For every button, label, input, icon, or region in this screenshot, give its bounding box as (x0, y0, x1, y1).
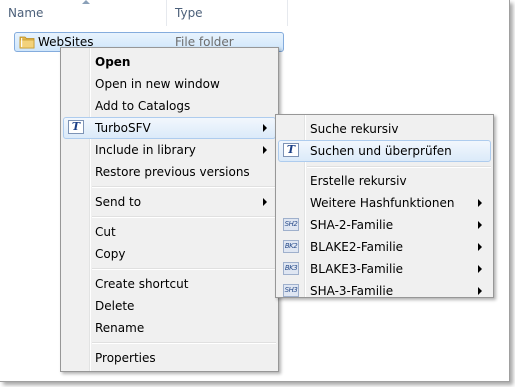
submenu-item-label: BLAKE3-Familie (310, 262, 404, 276)
menu-item-include-in-library[interactable]: Include in library (63, 139, 276, 161)
menu-item-rename[interactable]: Rename (63, 317, 276, 339)
submenu-item-label: BLAKE2-Familie (310, 240, 404, 254)
menu-item-cut[interactable]: Cut (63, 221, 276, 243)
column-header-type-label: Type (175, 6, 203, 20)
submenu-arrow-icon (478, 287, 482, 295)
submenu-item-erstelle-rekursiv[interactable]: Erstelle rekursiv (278, 170, 491, 192)
menu-item-label: TurboSFV (95, 121, 151, 135)
submenu-item-suchen-und-ueberpruefen[interactable]: T Suchen und überprüfen (278, 140, 491, 162)
submenu-item-label: Suche rekursiv (310, 122, 399, 136)
menu-item-label: Restore previous versions (95, 165, 250, 179)
submenu-arrow-icon (263, 146, 267, 154)
menu-item-turbosfv[interactable]: T TurboSFV (63, 117, 276, 139)
submenu-item-sha2-familie[interactable]: SH2 SHA-2-Familie (278, 214, 491, 236)
menu-item-label: Include in library (95, 143, 196, 157)
menu-item-label: Cut (95, 225, 116, 239)
menu-item-label: Add to Catalogs (95, 99, 191, 113)
turbosfv-submenu: Suche rekursiv T Suchen und überprüfen E… (275, 114, 494, 298)
menu-item-copy[interactable]: Copy (63, 243, 276, 265)
menu-item-label: Send to (95, 195, 142, 209)
menu-item-properties[interactable]: Properties (63, 347, 276, 369)
blake2-hash-icon: BK2 (283, 240, 299, 253)
menu-item-create-shortcut[interactable]: Create shortcut (63, 273, 276, 295)
submenu-item-sha3-familie[interactable]: SH3 SHA-3-Familie (278, 280, 491, 302)
menu-separator (92, 268, 276, 270)
menu-item-restore-previous-versions[interactable]: Restore previous versions (63, 161, 276, 183)
submenu-item-label: Suchen und überprüfen (310, 144, 452, 158)
submenu-item-label: Weitere Hashfunktionen (310, 196, 455, 210)
context-menu: Open Open in new window Add to Catalogs … (60, 47, 279, 372)
column-header-name-label: Name (8, 6, 44, 20)
menu-item-open[interactable]: Open (63, 51, 276, 73)
folder-icon (19, 36, 35, 49)
menu-separator (92, 342, 276, 344)
sort-ascending-icon (82, 0, 90, 4)
submenu-item-label: SHA-3-Familie (310, 284, 394, 298)
submenu-item-label: SHA-2-Familie (310, 218, 394, 232)
submenu-arrow-icon (478, 265, 482, 273)
menu-item-label: Open in new window (95, 77, 220, 91)
column-header-type[interactable]: Type (166, 0, 288, 26)
menu-item-send-to[interactable]: Send to (63, 191, 276, 213)
sha2-hash-icon: SH2 (283, 218, 299, 231)
menu-item-label: Properties (95, 351, 156, 365)
menu-item-label: Open (95, 55, 131, 69)
blake3-hash-icon: BK3 (283, 262, 299, 275)
menu-item-label: Delete (95, 299, 135, 313)
submenu-arrow-icon (263, 198, 267, 206)
submenu-item-weitere-hashfunktionen[interactable]: Weitere Hashfunktionen (278, 192, 491, 214)
menu-item-label: Copy (95, 247, 126, 261)
submenu-arrow-icon (263, 124, 267, 132)
submenu-item-label: Erstelle rekursiv (310, 174, 407, 188)
menu-item-open-new-window[interactable]: Open in new window (63, 73, 276, 95)
menu-separator (307, 166, 491, 168)
menu-item-add-to-catalogs[interactable]: Add to Catalogs (63, 95, 276, 117)
turbosfv-icon: T (68, 120, 84, 134)
menu-item-label: Rename (95, 321, 145, 335)
menu-item-delete[interactable]: Delete (63, 295, 276, 317)
turbosfv-icon: T (283, 143, 299, 157)
submenu-item-blake2-familie[interactable]: BK2 BLAKE2-Familie (278, 236, 491, 258)
submenu-arrow-icon (478, 243, 482, 251)
menu-separator (92, 216, 276, 218)
submenu-item-suche-rekursiv[interactable]: Suche rekursiv (278, 118, 491, 140)
submenu-item-blake3-familie[interactable]: BK3 BLAKE3-Familie (278, 258, 491, 280)
sha3-hash-icon: SH3 (283, 284, 299, 297)
menu-item-label: Create shortcut (95, 277, 189, 291)
explorer-window: Name Type WebSites File folder Open Open… (0, 0, 510, 382)
submenu-arrow-icon (478, 199, 482, 207)
menu-separator (92, 186, 276, 188)
submenu-arrow-icon (478, 221, 482, 229)
